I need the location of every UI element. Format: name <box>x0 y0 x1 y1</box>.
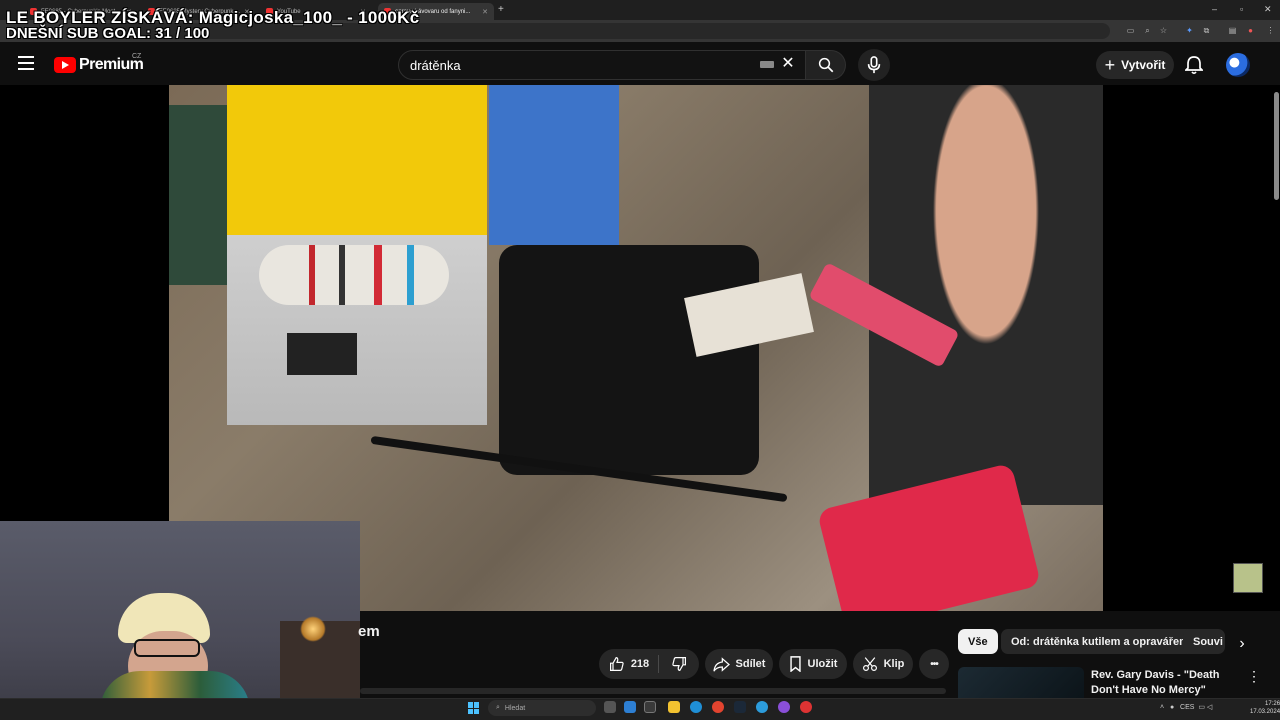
chip-related[interactable]: Souvi <box>1183 629 1225 654</box>
search-button[interactable] <box>806 50 846 80</box>
profile-icon[interactable]: ● <box>1246 26 1255 35</box>
more-actions-button[interactable]: ••• <box>919 649 949 679</box>
chip-from-channel[interactable]: Od: drátěnka kutilem a opravářem <box>1001 629 1199 654</box>
plus-icon: + <box>1104 55 1116 75</box>
taskbar-clock[interactable]: 17:26 17.03.2024 <box>1250 700 1280 716</box>
obs-icon[interactable] <box>800 701 812 713</box>
system-tray[interactable]: ˄ ● CES ▭ ◁ <box>1160 703 1212 711</box>
logo-region-label: CZ <box>132 53 142 60</box>
soldering-station <box>169 105 229 285</box>
task-view-icon[interactable] <box>604 701 616 713</box>
diode-image <box>287 333 357 375</box>
share-button[interactable]: Sdílet <box>705 649 773 679</box>
dislike-button[interactable] <box>659 649 699 679</box>
like-count: 218 <box>630 658 650 670</box>
close-tab-icon[interactable]: ✕ <box>482 8 488 16</box>
maximize-icon[interactable]: ▫ <box>1240 4 1243 14</box>
bell-icon <box>1185 56 1203 75</box>
webcam-lamp-light <box>300 616 326 642</box>
chip-all[interactable]: Vše <box>958 629 998 654</box>
keyboard-icon[interactable] <box>760 61 774 68</box>
minimize-icon[interactable]: – <box>1212 4 1217 14</box>
thumbs-up-icon <box>609 656 624 671</box>
extension-icon[interactable]: ✦ <box>1185 26 1194 35</box>
microphone-icon[interactable]: ● <box>1170 704 1174 711</box>
account-avatar[interactable] <box>1226 53 1250 77</box>
resistor-band <box>407 245 414 305</box>
network-icon[interactable]: ▭ <box>1198 704 1205 711</box>
youtube-play-icon <box>54 56 76 73</box>
webcam-glasses <box>134 639 200 657</box>
red-multimeter <box>816 462 1042 611</box>
description-box-edge <box>360 688 946 694</box>
clock-time: 17:26 <box>1265 701 1280 707</box>
blue-device <box>489 85 619 245</box>
create-label: Vytvořit <box>1121 58 1166 72</box>
resistor-band <box>374 245 382 305</box>
resistor-band <box>309 245 315 305</box>
clear-search-icon[interactable]: ✕ <box>780 56 796 72</box>
browser-menu-icon[interactable]: ⋮ <box>1266 26 1275 35</box>
cast-icon[interactable]: ▭ <box>1126 26 1135 35</box>
chrome-browser-icon[interactable] <box>712 701 724 713</box>
like-button[interactable]: 218 <box>599 649 659 679</box>
create-button[interactable]: + Vytvořit <box>1096 51 1174 79</box>
windows-start-icon[interactable] <box>468 702 480 714</box>
zoom-inset-yellow <box>227 85 487 243</box>
hamburger-menu-icon[interactable] <box>18 56 34 70</box>
file-explorer-icon[interactable] <box>668 701 680 713</box>
save-button[interactable]: Uložit <box>779 649 847 679</box>
widgets-icon[interactable] <box>624 701 636 713</box>
black-appliance <box>499 245 759 475</box>
share-arrow-icon <box>712 656 730 672</box>
discord-icon[interactable] <box>778 701 790 713</box>
streamer-webcam <box>0 521 360 720</box>
microphone-icon <box>867 56 881 74</box>
clip-label: Klip <box>883 658 905 670</box>
chevron-right-icon[interactable]: › <box>1232 634 1252 654</box>
person-hands <box>869 85 1103 505</box>
search-input[interactable] <box>410 57 750 73</box>
new-tab-button[interactable]: + <box>498 4 504 15</box>
chevron-up-icon[interactable]: ˄ <box>1160 704 1164 711</box>
resistor-image <box>259 245 449 305</box>
windows-taskbar <box>0 698 1280 720</box>
language-indicator[interactable]: CES <box>1180 704 1194 711</box>
scissors-icon <box>862 657 877 671</box>
thumbs-down-icon <box>672 657 686 672</box>
sidebar-icon[interactable]: ▤ <box>1228 26 1237 35</box>
clip-button[interactable]: Klip <box>853 649 913 679</box>
zoom-icon[interactable]: ⌕ <box>1143 26 1152 35</box>
search-icon <box>818 57 833 73</box>
share-label: Sdílet <box>735 658 766 670</box>
bookmark-star-icon[interactable]: ☆ <box>1159 26 1168 35</box>
voice-search-button[interactable] <box>858 49 890 81</box>
taskbar-search-placeholder: Hledat <box>504 704 526 712</box>
notifications-button[interactable] <box>1182 53 1206 77</box>
bookmark-icon <box>789 656 801 672</box>
taskbar-search[interactable]: ⌕ Hledat <box>488 700 596 716</box>
save-label: Uložit <box>807 658 838 670</box>
search-icon: ⌕ <box>496 704 500 711</box>
resistor-band <box>339 245 345 305</box>
clock-date: 17.03.2024 <box>1250 709 1280 715</box>
video-title: em <box>358 623 380 640</box>
edge-browser-icon[interactable] <box>690 701 702 713</box>
steam-icon[interactable] <box>734 701 746 713</box>
kebab-menu-icon[interactable]: ⋮ <box>1247 668 1261 685</box>
terminal-icon[interactable] <box>644 701 656 713</box>
messenger-icon[interactable] <box>756 701 768 713</box>
extensions-puzzle-icon[interactable]: ⧉ <box>1202 26 1211 35</box>
page-scrollbar-thumb[interactable] <box>1274 92 1279 200</box>
youtube-premium-logo[interactable]: Premium <box>54 56 144 73</box>
stream-overlay-sub-goal: DNEŠNÍ SUB GOAL: 31 / 100 <box>6 25 210 42</box>
volume-icon[interactable]: ◁ <box>1207 704 1212 711</box>
channel-watermark[interactable] <box>1233 563 1263 593</box>
close-window-icon[interactable]: ✕ <box>1264 4 1272 15</box>
